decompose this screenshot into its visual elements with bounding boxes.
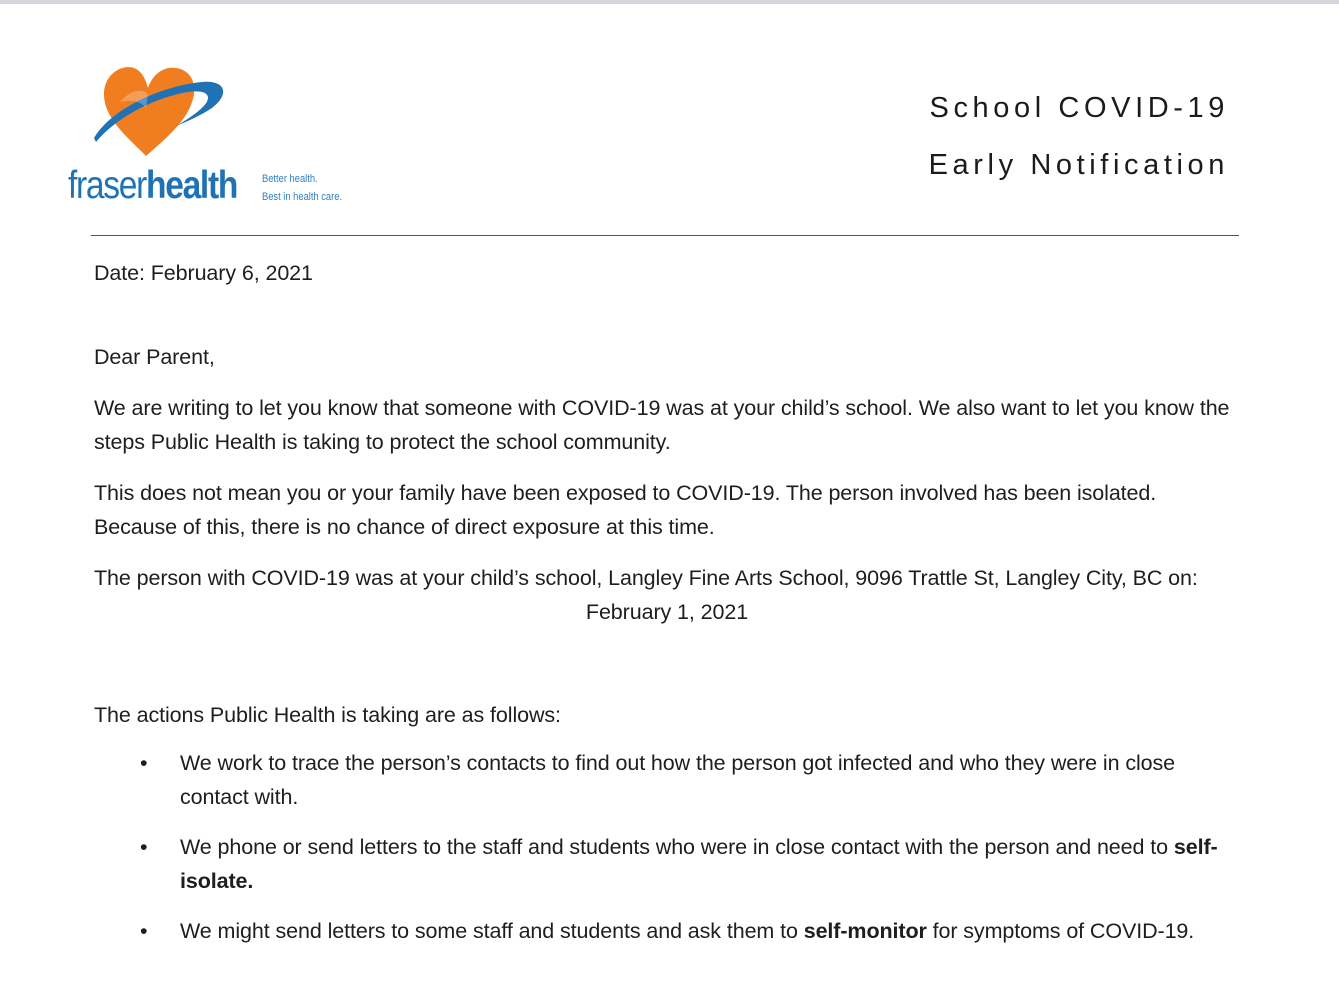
bullet-icon: • xyxy=(140,751,148,775)
action-text-tail: for symptoms of COVID-19. xyxy=(926,919,1195,943)
logo-tagline-line1: Better health. xyxy=(262,173,318,185)
letter-body: Date: February 6, 2021 Dear Parent, We a… xyxy=(94,256,1244,964)
paragraph-exposure: This does not mean you or your family ha… xyxy=(94,481,1157,539)
logo-tagline-line2: Best in health care. xyxy=(262,191,343,203)
heart-swoosh-logo-icon xyxy=(94,67,224,156)
action-text: We might send letters to some staff and … xyxy=(180,919,804,943)
list-item: • We work to trace the person’s contacts … xyxy=(94,746,1244,814)
action-text: We phone or send letters to the staff an… xyxy=(180,835,1174,859)
header-divider xyxy=(91,235,1239,236)
document-title-line1: School COVID-19 xyxy=(929,92,1229,124)
bullet-icon: • xyxy=(140,835,148,859)
list-item: • We phone or send letters to the staff a… xyxy=(94,830,1244,898)
incident-date: February 1, 2021 xyxy=(585,600,749,624)
logo-tagline: Better health. Best in health care. xyxy=(262,170,342,206)
paragraph-notice: We are writing to let you know that some… xyxy=(94,396,1230,454)
action-emphasis: self-monitor xyxy=(803,919,927,943)
action-text: We work to trace the person’s contacts t… xyxy=(180,751,1176,809)
logo-word-fraser: fraser xyxy=(68,164,147,207)
actions-intro: The actions Public Health is taking are … xyxy=(94,703,561,727)
bullet-icon: • xyxy=(140,919,148,943)
document-title-line2: Early Notification xyxy=(928,149,1229,181)
actions-list: • We work to trace the person’s contacts … xyxy=(94,746,1244,948)
fraser-health-logo: fraserhealth Better health. Best in heal… xyxy=(66,60,376,220)
logo-wordmark: fraserhealth xyxy=(68,164,238,208)
paragraph-location: The person with COVID-19 was at your chi… xyxy=(94,566,1198,590)
letter-salutation: Dear Parent, xyxy=(94,345,215,369)
list-item: • We might send letters to some staff and… xyxy=(94,914,1244,948)
document-title: School COVID-19 Early Notification xyxy=(929,80,1229,194)
logo-word-health: health xyxy=(146,164,238,207)
page-top-edge xyxy=(0,0,1339,4)
letter-date: Date: February 6, 2021 xyxy=(94,261,313,285)
